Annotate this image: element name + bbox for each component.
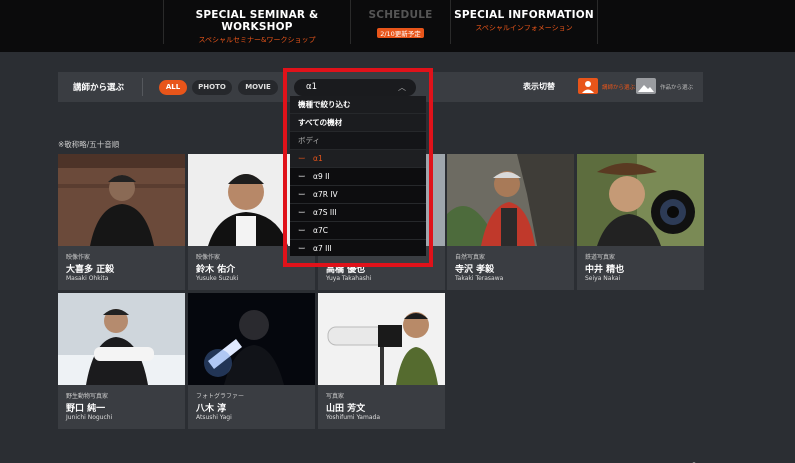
instructor-card[interactable]: 自然写真家 寺沢 孝毅 Takaki Terasawa xyxy=(447,154,574,290)
person-icon xyxy=(578,78,598,94)
instructor-photo xyxy=(58,293,185,385)
filter-divider xyxy=(142,78,143,96)
view-by-instructor-label: 講師から選ぶ xyxy=(602,85,636,91)
nav-special-seminar-subtitle: スペシャルセミナー&ワークショップ xyxy=(198,36,316,44)
nav-special-information-subtitle: スペシャルインフォメーション xyxy=(475,24,573,32)
nav-schedule-title: SCHEDULE xyxy=(368,9,433,21)
instructor-roman: Junichi Noguchi xyxy=(66,414,113,421)
instructor-name: 大喜多 正毅 xyxy=(66,265,115,275)
instructor-role: 自然写真家 xyxy=(455,254,486,261)
instructor-roman: Yuya Takahashi xyxy=(326,275,372,282)
instructor-name: 野口 純一 xyxy=(66,404,106,414)
tab-movie[interactable]: MOVIE xyxy=(238,80,278,95)
view-by-instructor-button[interactable]: 講師から選ぶ xyxy=(578,78,636,96)
instructor-roman: Yoshifumi Yamada xyxy=(326,414,380,421)
top-navigation: SPECIAL SEMINAR & WORKSHOP スペシャルセミナー&ワーク… xyxy=(0,0,795,52)
instructor-role: 野生動物写真家 xyxy=(66,393,109,400)
instructor-card[interactable]: 鉄道写真家 中井 精也 Seiya Nakai xyxy=(577,154,704,290)
instructor-role: 映像作家 xyxy=(196,254,221,261)
highlight-box xyxy=(283,68,433,267)
instructor-role: 写真家 xyxy=(326,393,345,400)
filter-label: 講師から選ぶ xyxy=(73,83,125,93)
nav-special-information-title: SPECIAL INFORMATION xyxy=(454,9,594,21)
instructor-role: フォトグラファー xyxy=(196,393,245,400)
instructor-card[interactable]: フォトグラファー 八木 淳 Atsushi Yagi xyxy=(188,293,315,429)
nav-special-seminar-title: SPECIAL SEMINAR & WORKSHOP xyxy=(195,9,319,33)
instructor-photo xyxy=(577,154,704,246)
instructor-role: 映像作家 xyxy=(66,254,91,261)
instructor-photo xyxy=(58,154,185,246)
instructor-roman: Seiya Nakai xyxy=(585,275,621,282)
instructor-card[interactable]: 写真家 山田 芳文 Yoshifumi Yamada xyxy=(318,293,445,429)
instructor-card[interactable]: 野生動物写真家 野口 純一 Junichi Noguchi xyxy=(58,293,185,429)
tab-photo[interactable]: PHOTO xyxy=(192,80,232,95)
sort-note: ※敬称略/五十音順 xyxy=(58,140,120,149)
instructor-roman: Yusuke Suzuki xyxy=(196,275,239,282)
view-by-work-button[interactable]: 作品から選ぶ xyxy=(636,78,698,96)
instructor-photo xyxy=(188,293,315,385)
instructor-name: 山田 芳文 xyxy=(326,404,366,414)
chevron-up-icon[interactable]: ︿ xyxy=(690,456,698,463)
tab-all[interactable]: ALL xyxy=(159,80,187,95)
instructor-photo xyxy=(447,154,574,246)
instructor-name: 寺沢 孝毅 xyxy=(455,265,495,275)
nav-schedule[interactable]: SCHEDULE 2/10更新予定 xyxy=(350,0,450,44)
instructor-name: 八木 淳 xyxy=(196,404,227,414)
instructor-card[interactable]: 映像作家 大喜多 正毅 Masaki Ohkita xyxy=(58,154,185,290)
instructor-photo xyxy=(318,293,445,385)
instructor-name: 中井 精也 xyxy=(585,265,625,275)
instructor-role: 鉄道写真家 xyxy=(585,254,616,261)
view-by-work-label: 作品から選ぶ xyxy=(660,85,694,91)
view-switch-label: 表示切替 xyxy=(523,82,555,91)
nav-schedule-badge: 2/10更新予定 xyxy=(377,28,424,38)
instructor-name: 鈴木 佑介 xyxy=(196,265,236,275)
instructor-roman: Masaki Ohkita xyxy=(66,275,109,282)
instructor-roman: Takaki Terasawa xyxy=(455,275,504,282)
nav-special-seminar[interactable]: SPECIAL SEMINAR & WORKSHOP スペシャルセミナー&ワーク… xyxy=(163,0,350,44)
nav-special-information[interactable]: SPECIAL INFORMATION スペシャルインフォメーション xyxy=(450,0,598,44)
image-icon xyxy=(636,78,656,94)
instructor-roman: Atsushi Yagi xyxy=(196,414,232,421)
